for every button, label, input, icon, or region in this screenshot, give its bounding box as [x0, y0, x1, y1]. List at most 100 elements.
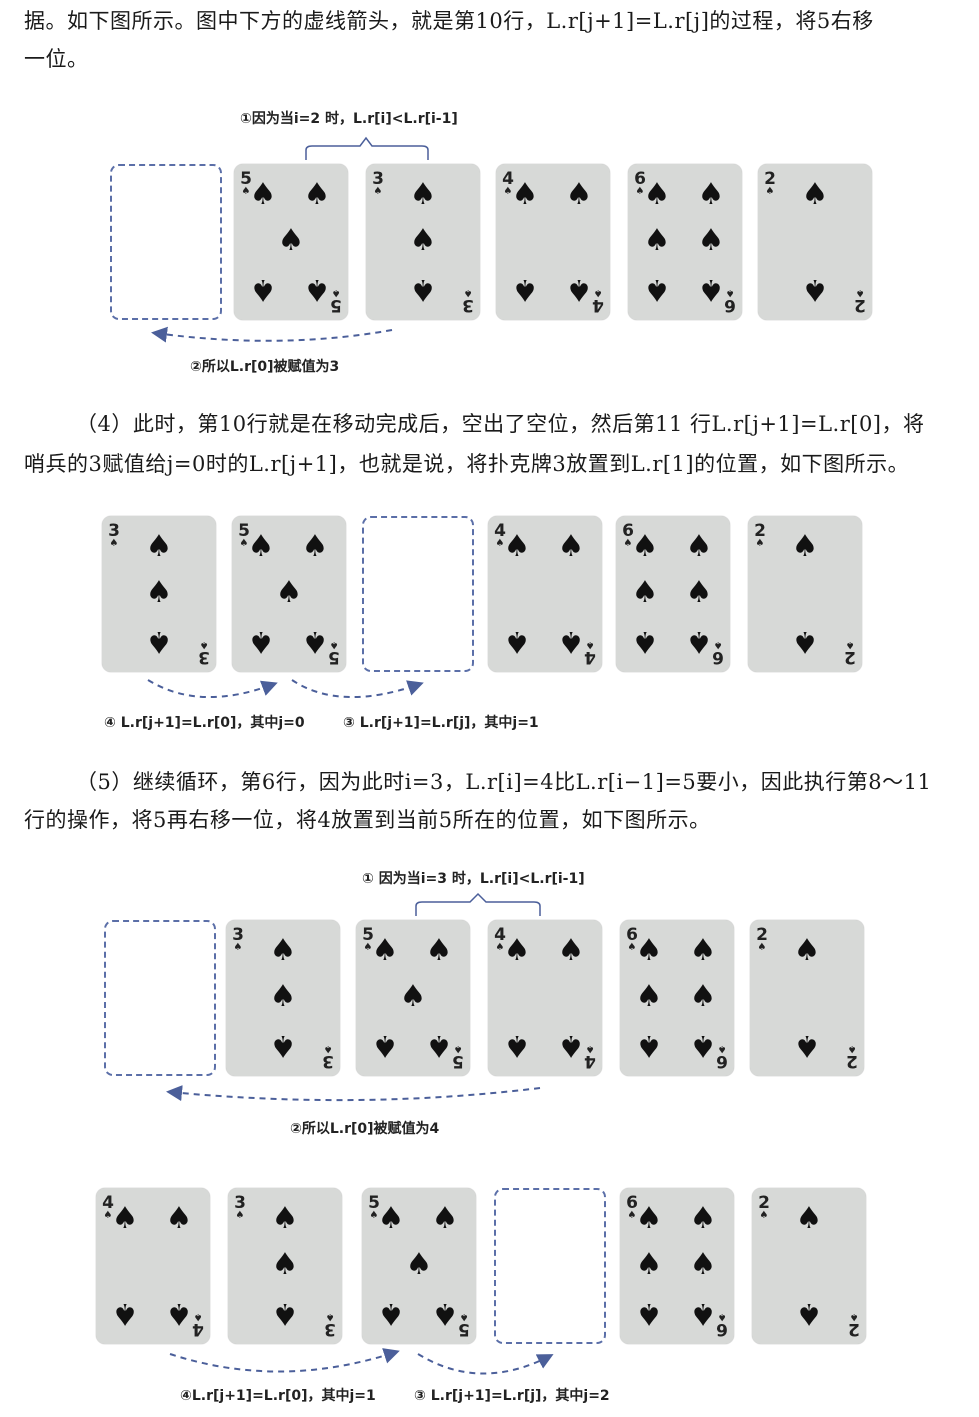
spade-icon: ♠	[275, 575, 303, 610]
spade-icon: ♠	[643, 272, 671, 307]
spade-icon: ♠	[303, 272, 331, 307]
spade-icon: ♠	[269, 1028, 297, 1063]
spade-card-6: 6 ♠ 6 ♠ ♠ ♠ ♠ ♠ ♠ ♠	[628, 164, 742, 320]
spade-icon: ♠	[145, 575, 173, 610]
spade-icon: ♠	[249, 177, 277, 212]
card-rank-corner: 2 ♠	[756, 925, 768, 953]
spade-icon: ♠	[689, 1201, 717, 1236]
figure-4-label-right: ③ L.r[j+1]=L.r[j]，其中j=2	[414, 1388, 610, 1404]
spade-icon: ♠	[635, 1201, 663, 1236]
spade-icon: ♠	[635, 979, 663, 1014]
spade-icon: ♠	[765, 186, 775, 197]
spade-icon: ♠	[631, 575, 659, 610]
card-rank-corner: 2 ♠	[854, 287, 866, 315]
spade-icon: ♠	[145, 624, 173, 659]
spade-icon: ♠	[635, 1247, 663, 1282]
empty-card-slot	[110, 164, 222, 320]
spade-icon: ♠	[697, 272, 725, 307]
spade-icon: ♠	[795, 1201, 823, 1236]
spade-icon: ♠	[165, 1296, 193, 1331]
spade-icon: ♠	[847, 1043, 857, 1054]
figure-2-arrow-left	[147, 679, 278, 698]
spade-icon: ♠	[111, 1296, 139, 1331]
spade-icon: ♠	[399, 979, 427, 1014]
spade-card-6: 6 ♠ 6 ♠ ♠ ♠ ♠ ♠ ♠ ♠	[620, 1188, 734, 1344]
spade-icon: ♠	[425, 1028, 453, 1063]
spade-icon: ♠	[109, 538, 119, 549]
card-rank-corner: 3 ♠	[324, 1311, 336, 1339]
spade-icon: ♠	[503, 933, 531, 968]
spade-card-6: 6 ♠ 6 ♠ ♠ ♠ ♠ ♠ ♠ ♠	[616, 516, 730, 672]
paragraph-3-line-1: （5）继续循环，第6行，因为此时i=3，L.r[i]=4比L.r[i−1]=5要…	[76, 770, 932, 794]
spade-icon: ♠	[371, 933, 399, 968]
figure-1-bracket	[305, 136, 429, 160]
spade-icon: ♠	[795, 1296, 823, 1331]
spade-icon: ♠	[373, 186, 383, 197]
card-rank-corner: 3 ♠	[234, 1193, 246, 1221]
paragraph-1-line-2: 一位。	[24, 47, 89, 71]
figure-1-bottom-label: ②所以L.r[0]被赋值为3	[190, 359, 340, 375]
spade-icon: ♠	[247, 529, 275, 564]
spade-icon: ♠	[511, 272, 539, 307]
spade-icon: ♠	[235, 1210, 245, 1221]
card-rank-corner: 3 ♠	[198, 639, 210, 667]
spade-icon: ♠	[247, 624, 275, 659]
spade-card-4: 4 ♠ 4 ♠ ♠ ♠ ♠ ♠	[496, 164, 610, 320]
spade-icon: ♠	[557, 529, 585, 564]
spade-icon: ♠	[503, 624, 531, 659]
spade-icon: ♠	[631, 529, 659, 564]
card-rank-corner: 2 ♠	[848, 1311, 860, 1339]
paragraph-2-line-1: （4）此时，第10行就是在移动完成后，空出了空位，然后第11 行L.r[j+1]…	[76, 412, 925, 436]
figure-4-arrow-left	[169, 1348, 400, 1373]
figure-3-bottom-label: ②所以L.r[0]被赋值为4	[290, 1121, 440, 1137]
spade-icon: ♠	[557, 1028, 585, 1063]
spade-card-5: 5 ♠ 5 ♠ ♠ ♠ ♠ ♠ ♠	[234, 164, 348, 320]
spade-icon: ♠	[409, 272, 437, 307]
spade-icon: ♠	[689, 933, 717, 968]
spade-icon: ♠	[233, 942, 243, 953]
spade-icon: ♠	[409, 223, 437, 258]
spade-icon: ♠	[377, 1201, 405, 1236]
spade-icon: ♠	[249, 272, 277, 307]
spade-icon: ♠	[503, 529, 531, 564]
spade-icon: ♠	[165, 1201, 193, 1236]
spade-icon: ♠	[801, 177, 829, 212]
spade-icon: ♠	[405, 1247, 433, 1282]
spade-icon: ♠	[557, 624, 585, 659]
spade-icon: ♠	[635, 933, 663, 968]
card-rank-corner: 2 ♠	[764, 169, 776, 197]
spade-icon: ♠	[759, 1210, 769, 1221]
spade-icon: ♠	[425, 933, 453, 968]
figure-3-arrow	[166, 1085, 541, 1102]
spade-icon: ♠	[793, 933, 821, 968]
figure-2-label-left: ④ L.r[j+1]=L.r[0]，其中j=0	[104, 715, 305, 731]
spade-icon: ♠	[271, 1201, 299, 1236]
figure-2-arrow-right	[291, 679, 424, 698]
spade-icon: ♠	[791, 529, 819, 564]
empty-card-slot	[362, 516, 474, 672]
spade-icon: ♠	[409, 177, 437, 212]
spade-icon: ♠	[301, 529, 329, 564]
spade-icon: ♠	[635, 1028, 663, 1063]
empty-card-slot	[104, 920, 216, 1076]
spade-icon: ♠	[269, 933, 297, 968]
spade-icon: ♠	[277, 223, 305, 258]
spade-icon: ♠	[685, 529, 713, 564]
spade-card-2: 2 ♠ 2 ♠ ♠ ♠	[758, 164, 872, 320]
spade-icon: ♠	[271, 1296, 299, 1331]
spade-card-2: 2 ♠ 2 ♠ ♠ ♠	[750, 920, 864, 1076]
spade-card-6: 6 ♠ 6 ♠ ♠ ♠ ♠ ♠ ♠ ♠	[620, 920, 734, 1076]
spade-icon: ♠	[791, 624, 819, 659]
figure-1-arrow	[151, 326, 393, 343]
spade-icon: ♠	[303, 177, 331, 212]
spade-card-3: 3 ♠ 3 ♠ ♠ ♠ ♠	[226, 920, 340, 1076]
spade-icon: ♠	[463, 287, 473, 298]
spade-icon: ♠	[565, 177, 593, 212]
spade-icon: ♠	[689, 1296, 717, 1331]
spade-icon: ♠	[793, 1028, 821, 1063]
figure-2-label-right: ③ L.r[j+1]=L.r[j]，其中j=1	[343, 715, 539, 731]
spade-icon: ♠	[557, 933, 585, 968]
figure-3-bracket	[415, 892, 541, 916]
paragraph-1-line-1: 据。如下图所示。图中下方的虚线箭头，就是第10行，L.r[j+1]=L.r[j]…	[24, 9, 874, 33]
figure-4-label-left: ④L.r[j+1]=L.r[0]，其中j=1	[180, 1388, 376, 1404]
